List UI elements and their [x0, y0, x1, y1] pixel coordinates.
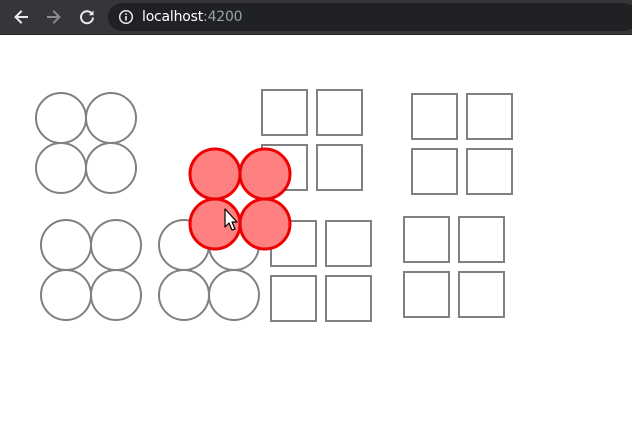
- square: [316, 89, 363, 136]
- square: [325, 220, 372, 267]
- circle: [40, 219, 92, 271]
- shapes-canvas[interactable]: [0, 35, 632, 422]
- square: [466, 148, 513, 195]
- selected-circle: [238, 197, 292, 251]
- reload-icon: [80, 10, 94, 25]
- circle: [35, 142, 87, 194]
- address-bar[interactable]: localhost:4200: [108, 3, 632, 31]
- back-button[interactable]: [9, 5, 33, 29]
- url-host: localhost: [142, 9, 204, 25]
- square-group-4[interactable]: [403, 216, 505, 318]
- square: [458, 271, 505, 318]
- arrow-left-icon: [14, 10, 28, 24]
- square: [403, 271, 450, 318]
- square-group-2[interactable]: [411, 93, 513, 195]
- square: [270, 275, 317, 322]
- shapes-svg: [35, 89, 513, 322]
- circle: [90, 219, 142, 271]
- circle: [158, 269, 210, 321]
- selected-circle: [238, 147, 292, 201]
- square: [316, 144, 363, 191]
- circle: [90, 269, 142, 321]
- forward-button[interactable]: [42, 5, 66, 29]
- square: [261, 89, 308, 136]
- browser-toolbar: localhost:4200: [0, 0, 632, 34]
- square: [411, 93, 458, 140]
- circle: [40, 269, 92, 321]
- circle: [85, 92, 137, 144]
- square: [411, 148, 458, 195]
- circle-group-1[interactable]: [35, 92, 137, 194]
- arrow-right-icon: [47, 10, 61, 24]
- selected-circle: [188, 147, 242, 201]
- circle: [35, 92, 87, 144]
- info-icon[interactable]: [118, 9, 134, 25]
- url-port: :4200: [203, 9, 243, 25]
- circle: [208, 269, 260, 321]
- square: [466, 93, 513, 140]
- square: [403, 216, 450, 263]
- url-text: localhost:4200: [142, 9, 243, 25]
- square: [325, 275, 372, 322]
- circle: [85, 142, 137, 194]
- circle-group-selected[interactable]: [188, 147, 292, 251]
- reload-button[interactable]: [75, 5, 99, 29]
- square: [458, 216, 505, 263]
- circle-group-2[interactable]: [40, 219, 142, 321]
